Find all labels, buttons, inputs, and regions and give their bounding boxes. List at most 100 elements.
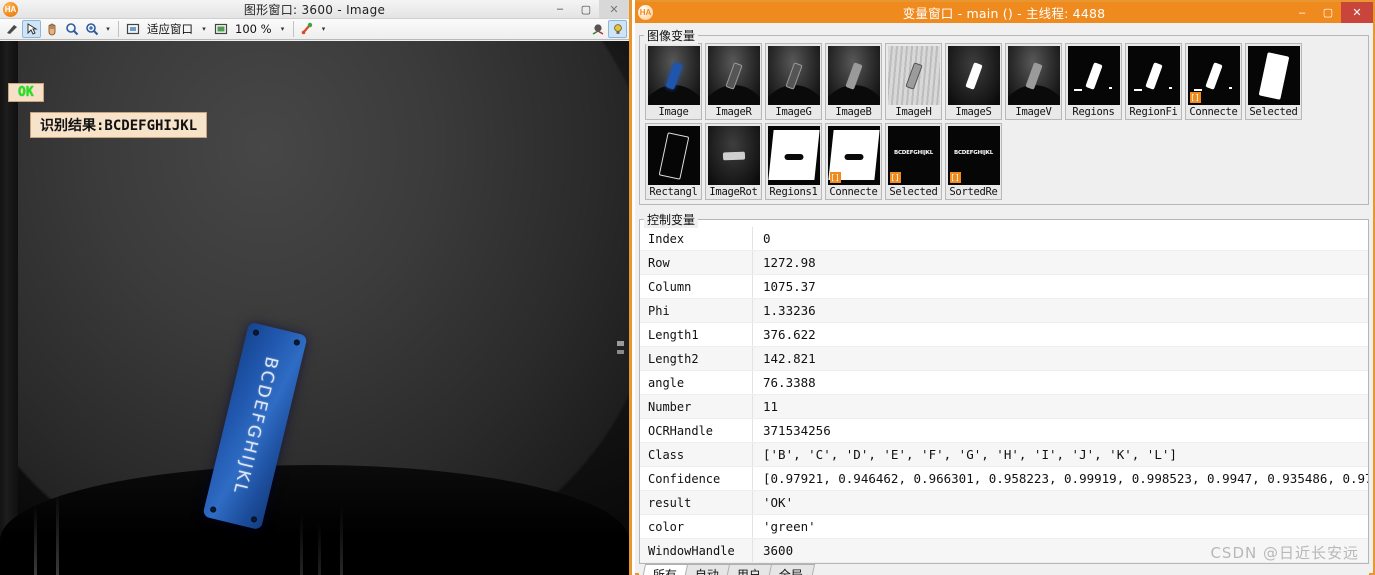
surface-streak bbox=[34, 505, 37, 575]
control-variables-panel: 控制变量 Index 0 Row 1272.98 Column 1075.37 Phi 1.3… bbox=[639, 211, 1369, 564]
image-variable-thumb[interactable]: Regions1 bbox=[765, 123, 822, 200]
image-variable-thumb[interactable]: ImageB bbox=[825, 43, 882, 120]
variable-tab-全局[interactable]: 全局 bbox=[766, 564, 816, 575]
variable-window-title: 变量窗口 - main () - 主线程: 4488 bbox=[902, 6, 1106, 21]
thumb-label: ImageV bbox=[1015, 106, 1052, 118]
variable-row[interactable]: color 'green' bbox=[640, 515, 1368, 539]
variable-row[interactable]: Index 0 bbox=[640, 227, 1368, 251]
variable-tab-用户[interactable]: 用户 bbox=[724, 564, 774, 575]
thumb-label: ImageR bbox=[715, 106, 752, 118]
minimize-button[interactable]: – bbox=[547, 0, 573, 18]
variable-row[interactable]: Length2 142.821 bbox=[640, 347, 1368, 371]
graphics-window-controls: – ▢ ✕ bbox=[547, 0, 629, 18]
thumb-tuple-badge: [] bbox=[829, 172, 841, 183]
tab-label: 所有 bbox=[652, 568, 677, 575]
arrow-select-icon[interactable] bbox=[22, 20, 41, 38]
variable-row[interactable]: Phi 1.33236 bbox=[640, 299, 1368, 323]
variable-value: 'green' bbox=[763, 519, 816, 534]
image-variable-thumb[interactable]: BCDEFGHIJKL[] SortedRe bbox=[945, 123, 1002, 200]
fit-window-caret-icon[interactable]: ▾ bbox=[198, 20, 210, 38]
variable-row[interactable]: Class ['B', 'C', 'D', 'E', 'F', 'G', 'H',… bbox=[640, 443, 1368, 467]
image-variable-thumb[interactable]: ImageS bbox=[945, 43, 1002, 120]
variable-name: Row bbox=[640, 251, 753, 274]
thumb-label: Connecte bbox=[1189, 106, 1238, 118]
variable-row[interactable]: Confidence [0.97921, 0.946462, 0.966301, … bbox=[640, 467, 1368, 491]
variable-row[interactable]: angle 76.3388 bbox=[640, 371, 1368, 395]
image-variable-thumb[interactable]: BCDEFGHIJKL[] Selected bbox=[885, 123, 942, 200]
variable-row[interactable]: Column 1075.37 bbox=[640, 275, 1368, 299]
zoom-level-caret-icon[interactable]: ▾ bbox=[277, 20, 289, 38]
tab-label: 全局 bbox=[778, 568, 803, 575]
variable-value: [0.97921, 0.946462, 0.966301, 0.958223, … bbox=[763, 471, 1368, 486]
surface-streak bbox=[300, 515, 303, 575]
hand-icon[interactable] bbox=[42, 20, 61, 38]
image-variable-thumb[interactable]: Image bbox=[645, 43, 702, 120]
variable-name: color bbox=[640, 515, 753, 538]
thumb-preview bbox=[647, 46, 700, 105]
thumb-label: Image bbox=[658, 106, 689, 118]
fit-window-icon[interactable] bbox=[123, 20, 142, 38]
magnifier-plus-icon[interactable] bbox=[82, 20, 101, 38]
image-variable-thumb[interactable]: ImageH bbox=[885, 43, 942, 120]
variable-name: Number bbox=[640, 395, 753, 418]
thumb-label: Selected bbox=[889, 186, 938, 198]
image-variable-thumb[interactable]: [] Connecte bbox=[1185, 43, 1242, 120]
variable-value: ['B', 'C', 'D', 'E', 'F', 'G', 'H', 'I',… bbox=[763, 447, 1177, 462]
maximize-button[interactable]: ▢ bbox=[573, 0, 599, 18]
graphics-window: HA 图形窗口: 3600 - Image – ▢ ✕ ▾ 适应窗口 ▾ 100… bbox=[0, 0, 632, 575]
image-variable-thumb[interactable]: ImageV bbox=[1005, 43, 1062, 120]
variable-row[interactable]: Number 11 bbox=[640, 395, 1368, 419]
graphics-window-title: 图形窗口: 3600 - Image bbox=[243, 2, 386, 17]
zoom-level-label[interactable]: 100 % bbox=[231, 22, 276, 36]
image-variable-thumb[interactable]: Selected bbox=[1245, 43, 1302, 120]
thumb-label: Rectangl bbox=[649, 186, 698, 198]
variable-tab-所有[interactable]: 所有 bbox=[640, 564, 690, 575]
thumb-label: RegionFi bbox=[1129, 106, 1178, 118]
image-thumbnail-list[interactable]: Image ImageR ImageG ImageB ImageH ImageS Image… bbox=[645, 43, 1363, 200]
image-variable-thumb[interactable]: Rectangl bbox=[645, 123, 702, 200]
thumb-label: ImageB bbox=[835, 106, 872, 118]
image-variable-thumb[interactable]: RegionFi bbox=[1125, 43, 1182, 120]
variable-row[interactable]: result 'OK' bbox=[640, 491, 1368, 515]
variable-value: 3600 bbox=[763, 543, 794, 558]
pen-icon[interactable] bbox=[2, 20, 21, 38]
thumb-preview bbox=[767, 46, 820, 105]
variable-value: 1075.37 bbox=[763, 279, 816, 294]
status-badge: OK bbox=[8, 83, 44, 102]
zoom-level-icon[interactable] bbox=[211, 20, 230, 38]
variable-name: result bbox=[640, 491, 753, 514]
variable-tab-自动[interactable]: 自动 bbox=[682, 564, 732, 575]
image-variable-thumb[interactable]: ImageG bbox=[765, 43, 822, 120]
variable-value: 11 bbox=[763, 399, 779, 414]
magnifier-icon[interactable] bbox=[62, 20, 81, 38]
variable-value: 0 bbox=[763, 231, 771, 246]
variable-row[interactable]: OCRHandle 371534256 bbox=[640, 419, 1368, 443]
variable-row[interactable]: Row 1272.98 bbox=[640, 251, 1368, 275]
light-bulb-icon[interactable] bbox=[608, 20, 627, 38]
fit-window-label[interactable]: 适应窗口 bbox=[143, 21, 197, 37]
image-variable-thumb[interactable]: [] Connecte bbox=[825, 123, 882, 200]
image-variable-thumb[interactable]: ImageRot bbox=[705, 123, 762, 200]
control-variables-table[interactable]: Index 0 Row 1272.98 Column 1075.37 Phi 1.33236 L… bbox=[640, 227, 1368, 563]
close-button[interactable]: ✕ bbox=[599, 0, 629, 18]
variable-row[interactable]: Length1 376.622 bbox=[640, 323, 1368, 347]
image-variable-thumb[interactable]: Regions bbox=[1065, 43, 1122, 120]
tab-label: 用户 bbox=[736, 568, 761, 575]
variable-value: 76.3388 bbox=[763, 375, 816, 390]
image-canvas[interactable]: BCDEFGHIJKL OK 识别结果:BCDEFGHIJKL bbox=[0, 41, 629, 575]
thumb-label: Regions bbox=[1072, 106, 1115, 118]
color-picker-caret-icon[interactable]: ▾ bbox=[318, 20, 330, 38]
variable-value: 376.622 bbox=[763, 327, 816, 342]
variable-name: angle bbox=[640, 371, 753, 394]
3d-axes-icon[interactable] bbox=[588, 20, 607, 38]
zoom-dropdown-caret-icon[interactable]: ▾ bbox=[102, 20, 114, 38]
thumb-tuple-badge: [] bbox=[949, 172, 961, 183]
color-picker-icon[interactable] bbox=[298, 20, 317, 38]
graphics-window-titlebar: HA 图形窗口: 3600 - Image – ▢ ✕ bbox=[0, 0, 629, 19]
variable-row[interactable]: WindowHandle 3600 bbox=[640, 539, 1368, 563]
screen: HA 图形窗口: 3600 - Image – ▢ ✕ ▾ 适应窗口 ▾ 100… bbox=[0, 0, 1375, 575]
thumb-preview bbox=[1067, 46, 1120, 105]
image-variable-thumb[interactable]: ImageR bbox=[705, 43, 762, 120]
thumb-label: SortedRe bbox=[949, 186, 998, 198]
surface-streak bbox=[318, 523, 321, 575]
